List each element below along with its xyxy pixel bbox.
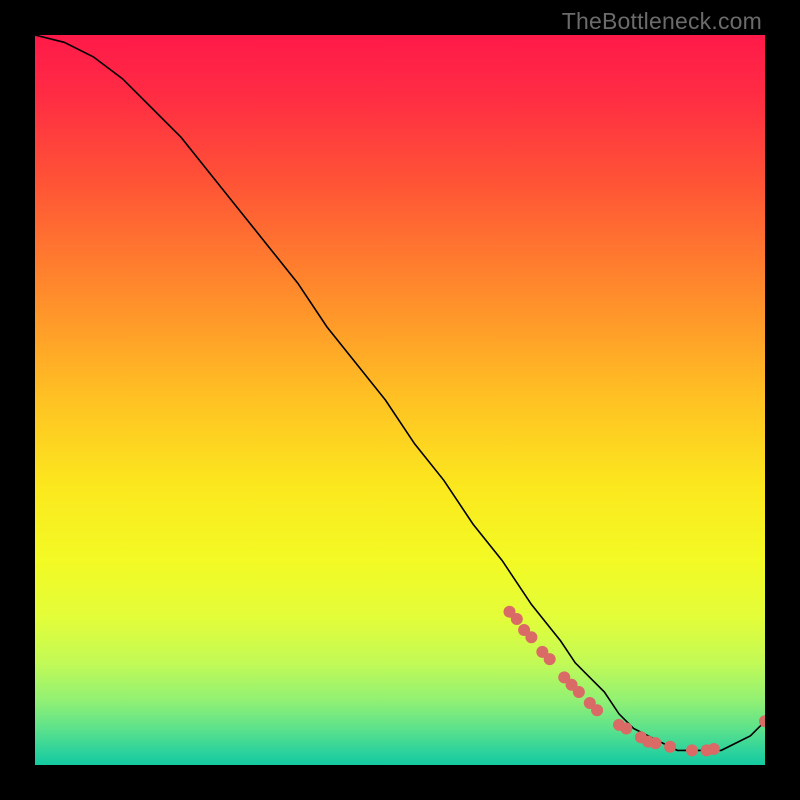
data-marker [664,741,676,753]
chart-svg [35,35,765,765]
data-marker [686,744,698,756]
gradient-background [35,35,765,765]
plot-area [35,35,765,765]
data-marker [620,723,632,735]
data-marker [573,686,585,698]
data-marker [511,613,523,625]
data-marker [708,743,720,755]
data-marker [650,737,662,749]
chart-stage: TheBottleneck.com [0,0,800,800]
data-marker [544,653,556,665]
data-marker [525,631,537,643]
watermark-text: TheBottleneck.com [562,8,762,35]
data-marker [591,704,603,716]
